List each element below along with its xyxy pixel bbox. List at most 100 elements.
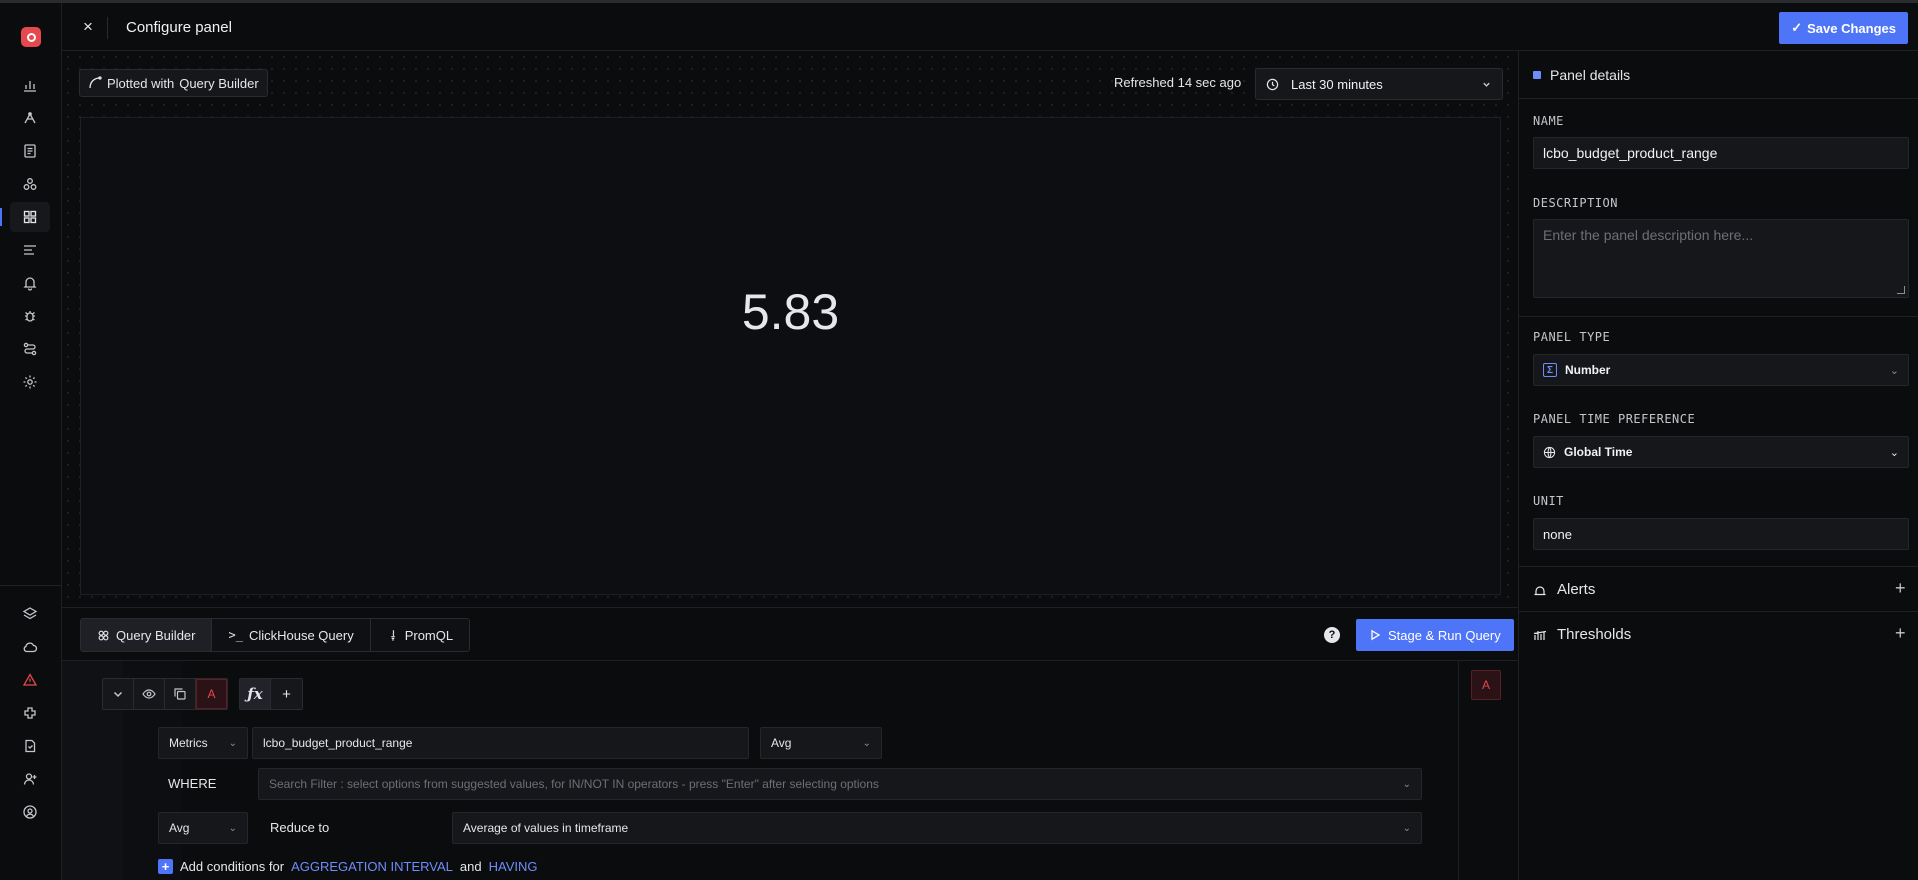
aggregation-interval-link[interactable]: AGGREGATION INTERVAL (291, 859, 453, 874)
nav-pipelines-icon[interactable] (10, 334, 50, 364)
chevron-down-icon: ⌄ (1402, 822, 1411, 834)
clone-query-button[interactable] (165, 679, 196, 709)
divider (1519, 98, 1918, 99)
filter-search-input[interactable]: Search Filter : select options from sugg… (258, 768, 1422, 800)
time-aggregation-select[interactable]: Avg ⌄ (760, 727, 882, 759)
copy-icon (174, 688, 186, 700)
filter-placeholder: Search Filter : select options from sugg… (269, 777, 879, 791)
nav-home-chart-icon[interactable] (10, 70, 50, 100)
reduce-to-select[interactable]: Average of values in timeframe ⌄ (452, 812, 1422, 844)
panel-type-select[interactable]: Σ Number ⌄ (1533, 354, 1909, 386)
nav-settings-gear-icon[interactable] (10, 367, 50, 397)
chevron-down-icon: ⌄ (228, 822, 237, 834)
nav-docs-icon[interactable] (10, 731, 50, 761)
globe-icon (1543, 446, 1556, 458)
name-label: NAME (1533, 114, 1564, 128)
stage-and-run-button[interactable]: Stage & Run Query (1356, 619, 1514, 651)
add-conditions-row[interactable]: + Add conditions for AGGREGATION INTERVA… (158, 859, 537, 874)
nav-logs-icon[interactable] (10, 136, 50, 166)
add-conditions-prefix: Add conditions for (180, 859, 285, 874)
time-preference-select[interactable]: Global Time ⌄ (1533, 436, 1909, 468)
plotted-source: Query Builder (179, 75, 259, 91)
nav-services-icon[interactable] (10, 103, 50, 133)
nav-layers-icon[interactable] (10, 599, 50, 629)
plotted-prefix: Plotted with (107, 75, 175, 91)
reduce-to-value: Average of values in timeframe (463, 821, 629, 835)
query-toolbar: A (102, 678, 228, 710)
alerts-section[interactable]: Alerts (1533, 581, 1595, 598)
play-icon (1371, 629, 1381, 641)
metric-name-input[interactable]: lcbo_budget_product_range (252, 727, 749, 759)
thresholds-label: Thresholds (1557, 626, 1632, 643)
number-panel: 5.83 (80, 117, 1501, 595)
nav-exceptions-bug-icon[interactable] (10, 301, 50, 331)
save-changes-button[interactable]: ✓ Save Changes (1779, 12, 1908, 44)
query-type-tabs: Query Builder >_ ClickHouse Query PromQL (80, 618, 471, 652)
nav-dashboards-icon[interactable] (0, 202, 50, 232)
header-separator (107, 17, 108, 39)
nav-invite-user-icon[interactable] (10, 764, 50, 794)
query-letter-badge[interactable]: A (196, 679, 227, 709)
panel-name-value: lcbo_budget_product_range (1543, 145, 1718, 161)
chevron-down-icon: ⌄ (1889, 364, 1899, 377)
add-formula-button[interactable]: ƒx (240, 679, 271, 709)
check-icon: ✓ (1791, 20, 1803, 35)
plus-square-icon: + (158, 859, 173, 874)
panel-value: 5.83 (741, 284, 840, 340)
space-aggregation-select[interactable]: Avg ⌄ (158, 812, 248, 844)
tab-query-builder-label: Query Builder (116, 627, 196, 643)
add-conditions-and: and (459, 859, 482, 874)
app-logo-icon[interactable] (21, 27, 41, 47)
nav-integrations-icon[interactable] (10, 698, 50, 728)
close-icon[interactable]: × (78, 17, 98, 37)
panel-description-textarea[interactable]: Enter the panel description here... (1533, 219, 1909, 298)
chevron-down-icon: ⌄ (228, 737, 237, 749)
space-aggregation-value: Avg (169, 821, 190, 835)
nav-traces-icon[interactable] (10, 169, 50, 199)
reduce-to-label: Reduce to (270, 820, 330, 835)
divider (1519, 316, 1918, 317)
collapse-query-button[interactable] (103, 679, 134, 709)
nav-user-profile-icon[interactable] (10, 797, 50, 827)
help-icon[interactable]: ? (1324, 627, 1340, 643)
nav-cloud-icon[interactable] (10, 632, 50, 662)
plotted-with-badge[interactable]: Plotted with Query Builder (79, 69, 268, 97)
add-threshold-plus-icon[interactable]: + (1895, 623, 1906, 644)
nav-warning-icon[interactable] (10, 665, 50, 695)
add-query-button[interactable]: + (271, 679, 302, 709)
toggle-visibility-button[interactable] (134, 679, 165, 709)
panel-preview-area: Plotted with Query Builder Refreshed 14 … (62, 51, 1518, 608)
resize-handle-icon[interactable] (1897, 286, 1905, 294)
data-source-select[interactable]: Metrics ⌄ (158, 727, 248, 759)
configure-panel-header: × Configure panel ✓ Save Changes (62, 3, 1918, 51)
time-preference-value: Global Time (1564, 445, 1633, 459)
time-range-value: Last 30 minutes (1291, 76, 1383, 92)
chevron-down-icon: ⌄ (1402, 778, 1411, 790)
panel-type-label: PANEL TYPE (1533, 330, 1611, 344)
unit-input[interactable]: none (1533, 518, 1909, 550)
tab-clickhouse-query[interactable]: >_ ClickHouse Query (212, 619, 371, 651)
chevron-down-icon (1483, 82, 1490, 87)
tab-query-builder[interactable]: Query Builder (81, 619, 213, 651)
chevron-down-icon (113, 691, 123, 698)
data-source-value: Metrics (169, 736, 208, 750)
divider (1519, 611, 1918, 612)
tab-clickhouse-label: ClickHouse Query (248, 627, 354, 643)
alerts-label: Alerts (1557, 581, 1596, 598)
thresholds-section[interactable]: Thresholds (1533, 626, 1631, 643)
unit-label: UNIT (1533, 494, 1564, 508)
eye-icon (142, 689, 156, 699)
query-a-chip[interactable]: A (1471, 670, 1501, 700)
clock-icon (1266, 78, 1279, 90)
having-link[interactable]: HAVING (489, 859, 538, 874)
tab-promql[interactable]: PromQL (370, 619, 470, 651)
curve-icon (89, 76, 102, 89)
add-alert-plus-icon[interactable]: + (1895, 578, 1906, 599)
panel-name-input[interactable]: lcbo_budget_product_range (1533, 137, 1909, 169)
nav-alerts-bell-icon[interactable] (10, 268, 50, 298)
time-range-picker[interactable]: Last 30 minutes (1255, 68, 1503, 100)
description-label: DESCRIPTION (1533, 196, 1618, 210)
left-nav-rail (0, 3, 62, 880)
nav-messaging-queues-icon[interactable] (10, 235, 50, 265)
query-type-row: Query Builder >_ ClickHouse Query PromQL… (62, 608, 1518, 661)
